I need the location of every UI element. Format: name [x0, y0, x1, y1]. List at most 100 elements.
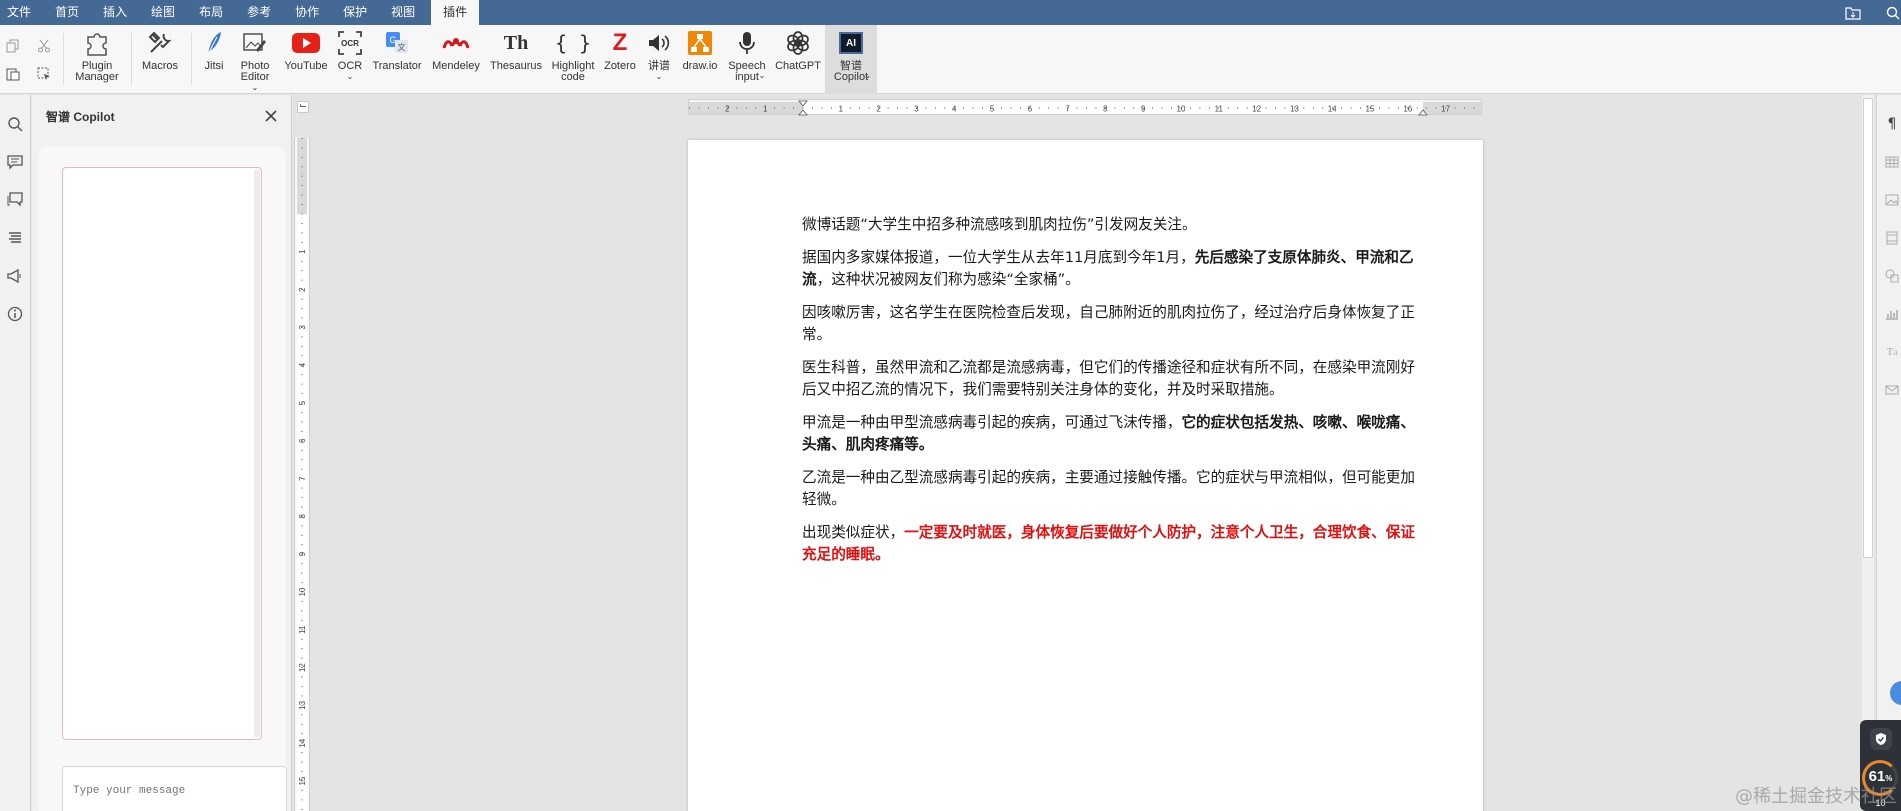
mail-merge-icon[interactable] [1883, 381, 1901, 399]
copilot-panel: 智谱 Copilot [32, 95, 292, 811]
zotero-button[interactable]: Z Zotero [601, 25, 639, 94]
open-file-location-icon[interactable] [1838, 0, 1868, 25]
tools-icon [148, 31, 172, 53]
paragraph-7: 出现类似症状，一定要及时就医，身体恢复后要做好个人防护，注意个人卫生，合理饮食、… [802, 524, 1415, 563]
cut-icon[interactable] [35, 37, 53, 55]
text-art-icon[interactable]: Ta [1883, 343, 1901, 361]
ruler-label: 13 [298, 700, 307, 709]
mendeley-icon [442, 38, 470, 49]
left-sidebar [0, 95, 31, 811]
chevron-down-icon: ⌄ [346, 72, 354, 81]
search-icon[interactable] [1878, 0, 1901, 25]
svg-text:文: 文 [398, 42, 406, 52]
ruler-label: 12 [298, 663, 307, 672]
copilot-title: 智谱 Copilot [46, 109, 115, 124]
header-footer-icon[interactable] [1883, 229, 1901, 247]
chatgpt-button[interactable]: ChatGPT [774, 25, 822, 94]
document-body[interactable]: 微博话题“大学生中招多种流感咳到肌肉拉伤”引发网友关注。 据国内多家媒体报道，一… [802, 214, 1422, 577]
tab-view[interactable]: 视图 [379, 0, 427, 25]
ruler-label: 2 [298, 287, 307, 292]
announcement-icon[interactable] [4, 265, 26, 287]
jitsi-button[interactable]: Jitsi [198, 25, 230, 94]
tab-references[interactable]: 参考 [235, 0, 283, 25]
scrollbar-thumb[interactable] [1863, 98, 1873, 558]
zhipu-copilot-button[interactable]: AI 智谱 Copilot ⌄ [825, 25, 877, 94]
ruler-label: 12 [1252, 105, 1261, 114]
ruler-label: 15 [298, 776, 307, 785]
chart-settings-icon[interactable] [1883, 305, 1901, 323]
braces-icon: { } [554, 31, 592, 55]
macros-button[interactable]: Macros [138, 25, 182, 94]
photo-editor-label: Photo Editor [240, 60, 270, 83]
youtube-button[interactable]: YouTube [281, 25, 331, 94]
copy-icon[interactable] [4, 37, 22, 55]
ruler-label: 11 [1215, 105, 1224, 114]
image-settings-icon[interactable] [1883, 191, 1901, 209]
ruler-label: 7 [1065, 105, 1070, 114]
paragraph-1: 微博话题“大学生中招多种流感咳到肌肉拉伤”引发网友关注。 [802, 216, 1197, 233]
tab-home[interactable]: 首页 [43, 0, 91, 25]
document-page[interactable]: 微博话题“大学生中招多种流感咳到肌肉拉伤”引发网友关注。 据国内多家媒体报道，一… [688, 140, 1483, 811]
tab-draw[interactable]: 绘图 [139, 0, 187, 25]
close-icon[interactable] [263, 108, 279, 124]
highlight-code-button[interactable]: { } Highlight code [549, 25, 597, 94]
photo-edit-icon [243, 33, 266, 52]
zotero-icon: Z [612, 29, 628, 56]
navigation-icon[interactable] [4, 227, 26, 249]
paragraph-2: 据国内多家媒体报道，一位大学生从去年11月底到今年1月，先后感染了支原体肺炎、甲… [802, 249, 1414, 288]
paragraph-settings-icon[interactable]: ¶ [1883, 115, 1901, 133]
ruler-label: 5 [298, 400, 307, 405]
tab-layout[interactable]: 布局 [187, 0, 235, 25]
chatgpt-icon [787, 31, 809, 55]
zotero-label: Zotero [604, 60, 636, 72]
translator-label: Translator [372, 60, 422, 72]
ruler-label: 14 [298, 738, 307, 747]
ruler-label: 5 [990, 105, 995, 114]
chat-icon[interactable] [4, 189, 26, 211]
translator-button[interactable]: G文 Translator [370, 25, 424, 94]
ruler-label: 15 [1366, 105, 1375, 114]
horizontal-ruler[interactable]: 2 1 1 2 3 4 5 6 7 8 9 10 11 12 13 14 15 16 17 [688, 99, 1483, 116]
thesaurus-button[interactable]: Th Thesaurus [487, 25, 545, 94]
shape-settings-icon[interactable] [1883, 267, 1901, 285]
select-all-icon[interactable] [35, 65, 53, 83]
vertical-ruler[interactable]: 1 2 3 4 5 6 7 8 9 10 11 12 13 14 15 [294, 138, 310, 811]
tab-stop-selector[interactable]: ⌙ [297, 101, 309, 113]
chevron-down-icon: ⌄ [655, 72, 663, 81]
message-input[interactable] [62, 766, 287, 811]
ruler-label: 4 [952, 105, 957, 114]
shield-icon [1870, 728, 1892, 750]
search-icon[interactable] [4, 113, 26, 135]
ruler-label: 3 [914, 105, 919, 114]
svg-text:OCR: OCR [341, 39, 359, 48]
ruler-label: 2 [725, 105, 730, 114]
tab-collaborate[interactable]: 协作 [283, 0, 331, 25]
tab-insert[interactable]: 插入 [91, 0, 139, 25]
drawio-button[interactable]: draw.io [679, 25, 721, 94]
photo-editor-button[interactable]: Photo Editor ⌄ [234, 25, 276, 94]
ocr-button[interactable]: OCR OCR ⌄ [334, 25, 366, 94]
paragraph-3: 因咳嗽厉害，这名学生在医院检查后发现，自己肺附近的肌肉拉伤了，经过治疗后身体恢复… [802, 304, 1415, 343]
tab-protect[interactable]: 保护 [331, 0, 379, 25]
table-settings-icon[interactable] [1883, 153, 1901, 171]
ruler-label: 11 [298, 625, 307, 634]
ruler-label: 17 [1441, 105, 1450, 114]
ruler-label: 1 [763, 105, 768, 114]
ruler-label: 16 [1403, 105, 1412, 114]
plugin-manager-button[interactable]: Plugin Manager [71, 25, 123, 94]
youtube-icon [292, 33, 320, 53]
youtube-label: YouTube [284, 60, 328, 72]
ocr-label: OCR [337, 60, 363, 72]
tab-plugins[interactable]: 插件 [431, 0, 480, 25]
paste-icon[interactable] [4, 65, 22, 83]
mendeley-button[interactable]: Mendeley [429, 25, 483, 94]
info-icon[interactable] [4, 303, 26, 325]
chat-scrollbar[interactable] [254, 170, 260, 737]
comment-icon[interactable] [4, 151, 26, 173]
speech-input-button[interactable]: Speech input ⌄ [724, 25, 770, 94]
tab-file[interactable]: 文件 [0, 0, 43, 25]
ruler-label: 2 [876, 105, 881, 114]
drawio-icon [688, 31, 712, 55]
jiangpu-button[interactable]: 讲谱 ⌄ [643, 25, 675, 94]
document-scrollbar[interactable] [1862, 95, 1874, 811]
